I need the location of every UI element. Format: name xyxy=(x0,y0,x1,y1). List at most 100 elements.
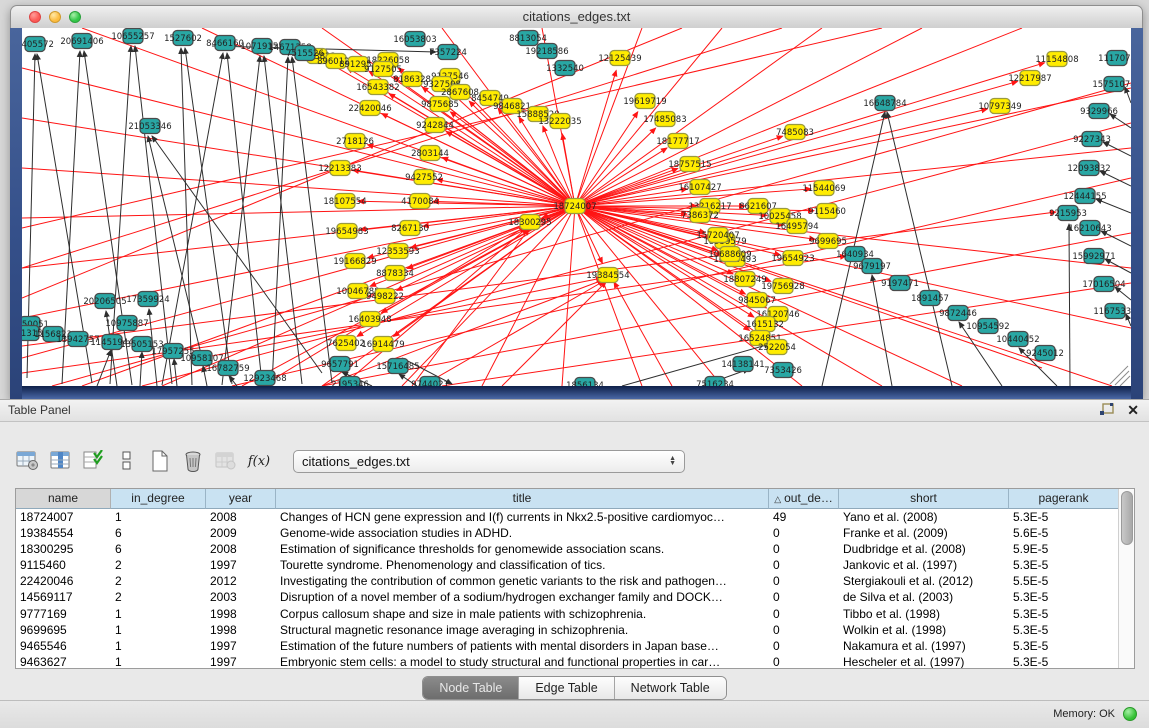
graph-node[interactable]: 17485083 xyxy=(643,112,686,127)
column-visibility-icon[interactable] xyxy=(48,448,74,474)
graph-node[interactable]: 9744021 xyxy=(411,377,449,387)
graph-node[interactable]: 8466160 xyxy=(206,36,244,51)
graph-node[interactable]: 16648784 xyxy=(863,96,906,111)
graph-node[interactable]: 7353426 xyxy=(764,363,802,378)
graph-node[interactable]: 7516234 xyxy=(696,377,734,387)
table-row[interactable]: 1872400712008Changes of HCN gene express… xyxy=(16,509,1119,525)
graph-node[interactable]: 9245012 xyxy=(1026,346,1064,361)
tab-node-table[interactable]: Node Table xyxy=(423,677,519,699)
graph-node[interactable]: 12353593 xyxy=(376,244,419,259)
graph-node[interactable]: 16053803 xyxy=(393,32,436,47)
float-panel-icon[interactable] xyxy=(1099,403,1115,417)
column-header-out_de[interactable]: △out_de… xyxy=(769,489,839,509)
graph-node[interactable]: 1117074 xyxy=(1098,51,1131,66)
table-row[interactable]: 911546021997Tourette syndrome. Phenomeno… xyxy=(16,557,1119,573)
graph-node[interactable]: 1856134 xyxy=(566,378,604,387)
table-row[interactable]: 2242004622012Investigating the contribut… xyxy=(16,573,1119,589)
graph-node[interactable]: 18807249 xyxy=(723,272,766,287)
graph-node[interactable]: 15720407 xyxy=(696,228,739,243)
citation-network-graph[interactable]: 1872400718300295193845547663822896012489… xyxy=(22,28,1131,386)
graph-node[interactable]: 10797349 xyxy=(978,99,1021,114)
graph-node[interactable]: 12125439 xyxy=(598,51,641,66)
table-row[interactable]: 946362711997Embryonic stem cells: a mode… xyxy=(16,654,1119,669)
new-column-icon[interactable] xyxy=(147,448,173,474)
table-row[interactable]: 946554611997Estimation of the future num… xyxy=(16,638,1119,654)
graph-node[interactable]: 19384554 xyxy=(586,268,629,283)
network-canvas[interactable]: 1872400718300295193845547663822896012489… xyxy=(22,28,1131,386)
graph-node[interactable]: 18107554 xyxy=(323,194,366,209)
graph-node[interactable]: 9872446 xyxy=(939,306,977,321)
graph-node[interactable]: 10655257 xyxy=(111,29,154,44)
table-row[interactable]: 1938455462009Genome-wide association stu… xyxy=(16,525,1119,541)
graph-node[interactable]: 4170084 xyxy=(401,194,439,209)
graph-node[interactable]: 9329966 xyxy=(1080,104,1118,119)
function-builder-icon[interactable]: f(x) xyxy=(246,448,272,474)
graph-node[interactable]: 11675334 xyxy=(1093,304,1131,319)
table-row[interactable]: 1830029562008Estimation of significance … xyxy=(16,541,1119,557)
graph-node[interactable]: 19166829 xyxy=(333,254,376,269)
graph-node[interactable]: 7625402 xyxy=(327,336,365,351)
row-height-icon[interactable] xyxy=(114,448,140,474)
memory-status-dot[interactable] xyxy=(1123,707,1137,721)
graph-node[interactable]: 22420046 xyxy=(348,101,391,116)
graph-node[interactable]: 15751074 xyxy=(1092,77,1131,92)
column-header-short[interactable]: short xyxy=(839,489,1009,509)
graph-node[interactable]: 12444155 xyxy=(1063,189,1106,204)
graph-node[interactable]: 1332540 xyxy=(546,61,584,76)
graph-node[interactable]: 14138141 xyxy=(721,357,764,372)
graph-node[interactable]: 15992971 xyxy=(1072,249,1115,264)
graph-node[interactable]: 16403948 xyxy=(348,312,391,327)
column-header-title[interactable]: title xyxy=(276,489,769,509)
tab-network-table[interactable]: Network Table xyxy=(615,677,726,699)
graph-node[interactable]: 9242844 xyxy=(416,118,454,133)
graph-node[interactable]: 2405572 xyxy=(22,37,54,52)
table-scrollbar-thumb[interactable] xyxy=(1121,491,1133,545)
graph-node[interactable]: 18757515 xyxy=(668,157,711,172)
graph-node[interactable]: 9197471 xyxy=(881,276,919,291)
graph-node[interactable]: 17016504 xyxy=(1082,277,1125,292)
graph-node[interactable]: 10954592 xyxy=(966,319,1009,334)
graph-node[interactable]: 20206505 xyxy=(83,294,126,309)
graph-node[interactable]: 20691406 xyxy=(60,34,103,49)
table-scrollbar[interactable] xyxy=(1118,489,1134,668)
import-table-icon[interactable] xyxy=(213,448,239,474)
graph-node[interactable]: 12217987 xyxy=(1008,71,1051,86)
graph-node[interactable]: 2718126 xyxy=(336,134,374,149)
graph-node[interactable]: 11154808 xyxy=(1035,52,1078,67)
column-header-name[interactable]: name xyxy=(16,489,111,509)
graph-node[interactable]: 19619719 xyxy=(623,94,666,109)
close-panel-icon[interactable]: ✕ xyxy=(1127,402,1139,418)
graph-node[interactable]: 15716485 xyxy=(376,359,419,374)
graph-node[interactable]: 11544069 xyxy=(802,181,845,196)
graph-node[interactable]: 16107427 xyxy=(678,180,721,195)
graph-node[interactable]: 9657791 xyxy=(321,357,359,372)
graph-node[interactable]: 10975887 xyxy=(105,316,148,331)
graph-node[interactable]: 10440452 xyxy=(996,332,1039,347)
network-selector-dropdown[interactable]: citations_edges.txt ▲▼ xyxy=(293,450,685,473)
table-row[interactable]: 977716911998Corpus callosum shape and si… xyxy=(16,606,1119,622)
table-header-row[interactable]: namein_degreeyeartitle△out_de…shortpager… xyxy=(16,489,1119,509)
graph-node[interactable]: 17359924 xyxy=(126,292,169,307)
graph-node[interactable]: 16914479 xyxy=(361,337,404,352)
graph-node[interactable]: 9227343 xyxy=(1073,132,1111,147)
window-titlebar[interactable]: citations_edges.txt xyxy=(10,5,1143,29)
table-settings-icon[interactable] xyxy=(15,448,41,474)
column-header-in_degree[interactable]: in_degree xyxy=(111,489,206,509)
graph-node[interactable]: 10688609 xyxy=(708,247,751,262)
graph-node[interactable]: 16210643 xyxy=(1068,221,1111,236)
graph-node[interactable]: 7357224 xyxy=(429,45,467,60)
tab-edge-table[interactable]: Edge Table xyxy=(519,677,614,699)
graph-node[interactable]: 12093832 xyxy=(1067,161,1110,176)
select-rows-icon[interactable] xyxy=(81,448,107,474)
graph-node[interactable]: 9845067 xyxy=(738,293,776,308)
graph-node[interactable]: 9215953 xyxy=(1049,206,1087,221)
graph-node[interactable]: 12923468 xyxy=(243,371,286,386)
graph-node[interactable]: 21053346 xyxy=(128,119,171,134)
graph-node[interactable]: 9115460 xyxy=(808,204,846,219)
column-header-year[interactable]: year xyxy=(206,489,276,509)
table-row[interactable]: 969969511998Structural magnetic resonanc… xyxy=(16,622,1119,638)
graph-node[interactable]: 19654983 xyxy=(325,224,368,239)
graph-node[interactable]: 1527602 xyxy=(164,31,202,46)
column-header-pagerank[interactable]: pagerank xyxy=(1009,489,1119,509)
graph-node[interactable]: 7485083 xyxy=(776,125,814,140)
